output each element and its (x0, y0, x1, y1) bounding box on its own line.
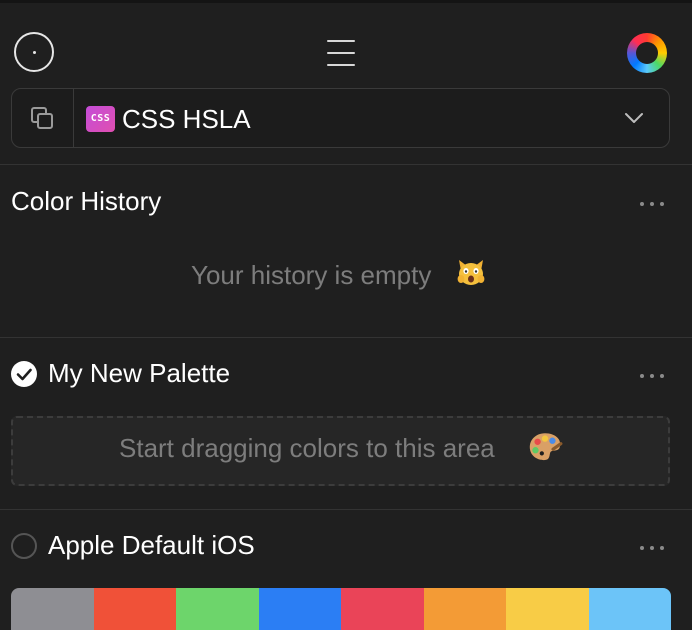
divider (0, 509, 692, 510)
hamburger-line (327, 64, 355, 66)
color-history-title: Color History (11, 186, 162, 216)
divider (0, 164, 692, 165)
palette-title-my-new-palette[interactable]: My New Palette (48, 358, 230, 388)
color-swatch[interactable] (93, 588, 176, 630)
toolbar (0, 3, 692, 83)
palette-drop-zone[interactable]: Start dragging colors to this area (11, 416, 670, 486)
more-dot (650, 546, 654, 550)
color-swatch[interactable] (176, 588, 259, 630)
palette-more-button[interactable] (639, 541, 669, 555)
more-dots-icon (640, 546, 644, 550)
menu-button[interactable] (325, 37, 357, 69)
color-swatch[interactable] (506, 588, 589, 630)
palette-more-button[interactable] (639, 369, 669, 383)
css-badge-icon: CSS (86, 106, 115, 132)
drop-zone-text: Start dragging colors to this area (119, 433, 495, 463)
divider (0, 337, 692, 338)
copy-button[interactable] (12, 89, 74, 147)
more-dot (650, 202, 654, 206)
artist-palette-emoji-icon (529, 433, 563, 461)
history-empty-text: Your history is empty (191, 260, 432, 290)
color-wheel-icon[interactable] (627, 33, 667, 73)
more-dot (660, 546, 664, 550)
palette-selected-checkbox[interactable] (11, 361, 37, 387)
more-dot (660, 374, 664, 378)
color-swatch[interactable] (341, 588, 424, 630)
scared-cat-emoji-icon (457, 260, 485, 285)
color-swatch[interactable] (588, 588, 671, 630)
format-selector[interactable]: CSS CSS HSLA (11, 88, 670, 148)
chevron-down-icon[interactable] (624, 108, 644, 128)
color-swatch[interactable] (258, 588, 341, 630)
eyedropper-target-icon (33, 51, 36, 54)
history-more-button[interactable] (639, 197, 669, 211)
more-dot (650, 374, 654, 378)
hamburger-line (327, 52, 355, 54)
format-label: CSS HSLA (122, 104, 251, 134)
color-swatch[interactable] (423, 588, 506, 630)
checkmark-icon (16, 368, 32, 381)
color-swatch[interactable] (11, 588, 94, 630)
app-window: CSS CSS HSLA Color History Your history … (0, 0, 692, 630)
more-dot (660, 202, 664, 206)
color-picker-button[interactable] (14, 32, 54, 72)
palette-title-apple-default-ios[interactable]: Apple Default iOS (48, 530, 255, 560)
more-dots-icon (640, 374, 644, 378)
palette-unselected-checkbox[interactable] (11, 533, 37, 559)
hamburger-menu-icon (327, 40, 355, 42)
copy-icon-front (37, 113, 53, 129)
palette-swatches (11, 588, 671, 630)
more-dots-icon (640, 202, 644, 206)
